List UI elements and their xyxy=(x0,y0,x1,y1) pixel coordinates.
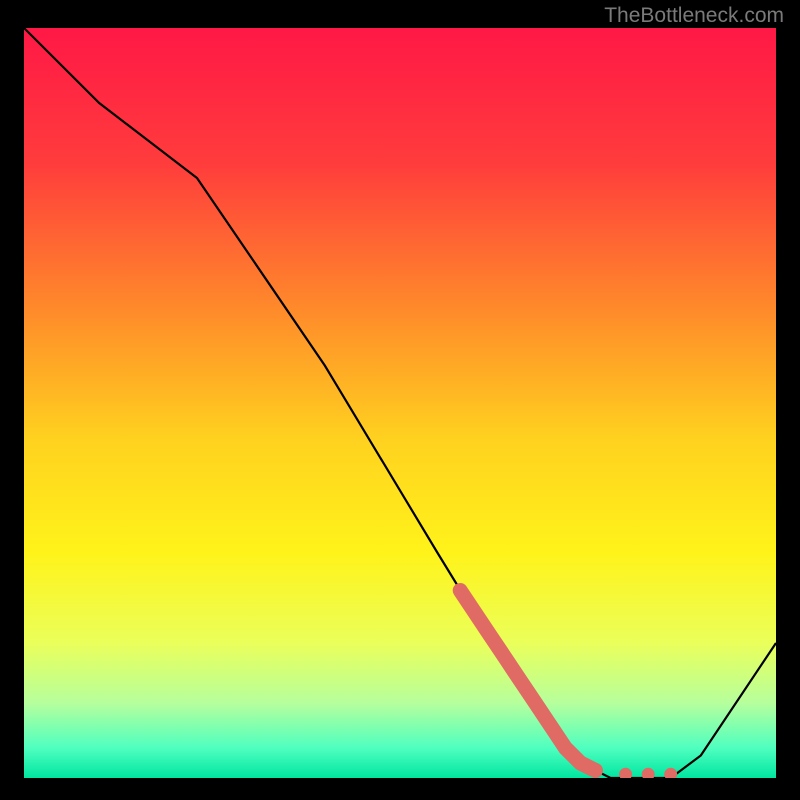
chart-plot-area xyxy=(24,28,776,778)
chart-background xyxy=(24,28,776,778)
chart-svg xyxy=(24,28,776,778)
attribution-label: TheBottleneck.com xyxy=(604,4,784,28)
